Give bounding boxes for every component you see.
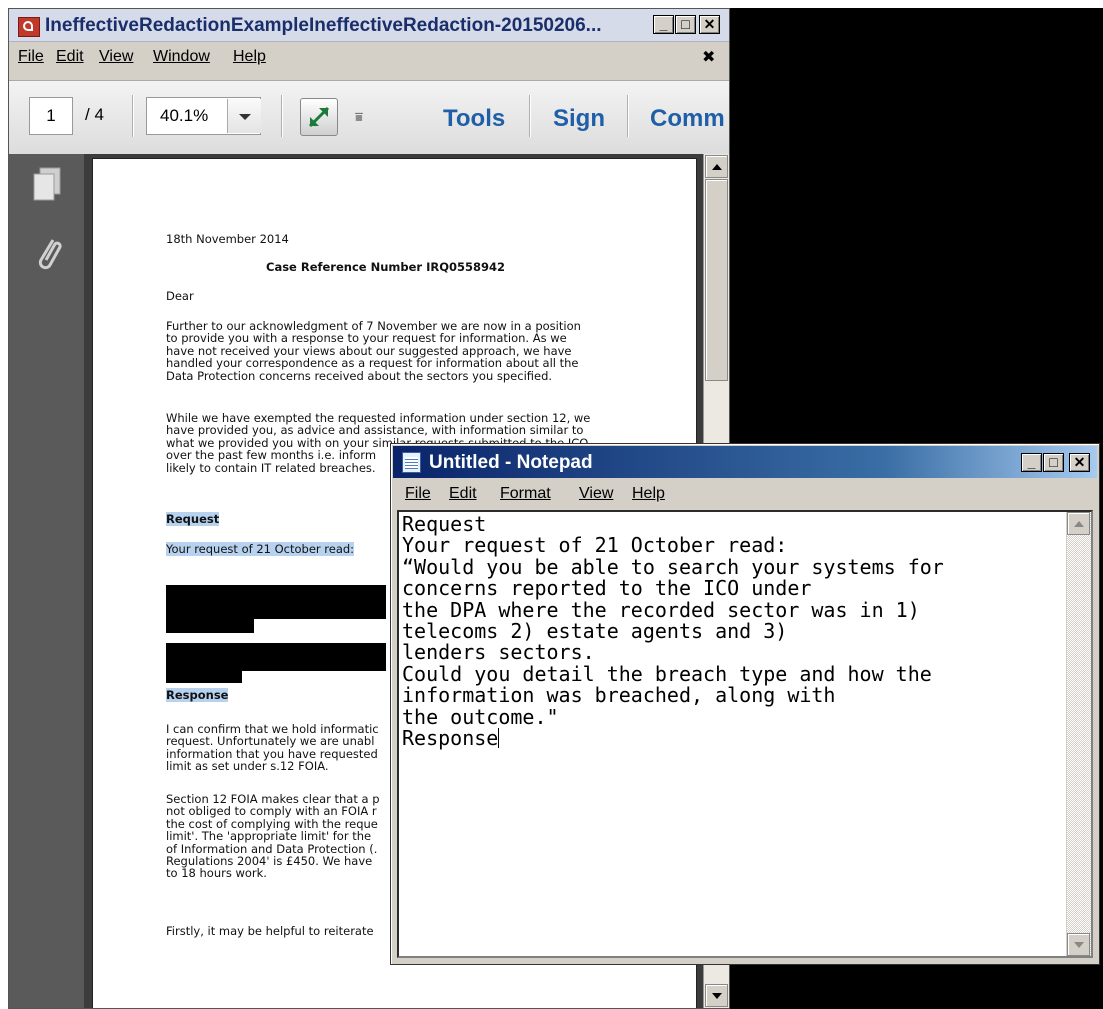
sign-button[interactable]: Sign [553,105,605,133]
menu-window[interactable]: Window [153,48,210,66]
scroll-down-button[interactable] [1067,933,1090,956]
tools-button[interactable]: Tools [443,105,505,133]
request-heading: Request [166,512,220,526]
page-total-label: / 4 [85,105,104,124]
arrow-down-icon [712,993,722,999]
redaction-box [166,643,386,671]
fullscreen-button[interactable] [300,98,338,136]
paragraph-confirmation: I can confirm that we hold informatic req… [166,722,379,774]
close-button[interactable]: ✕ [1069,453,1090,472]
scroll-up-button[interactable] [1067,512,1090,535]
scroll-down-button[interactable] [705,984,728,1007]
scroll-thumb[interactable] [705,179,728,381]
toolbar-overflow-icon[interactable]: ⩸ [355,109,363,125]
maximize-button[interactable]: □ [675,15,696,34]
notepad-content: Request Your request of 21 October read: “… [402,512,944,751]
redaction-box [166,617,254,633]
notepad-text-area[interactable]: Request Your request of 21 October read: “… [397,510,1093,958]
notepad-titlebar[interactable]: Untitled - Notepad _ □ ✕ [393,446,1097,478]
toolbar-divider [132,95,134,137]
close-document-icon[interactable]: ✖ [702,47,715,67]
minimize-button[interactable]: _ [1021,453,1042,472]
maximize-button[interactable]: □ [1043,453,1064,472]
request-line: Your request of 21 October read: [166,542,355,556]
page-number-input[interactable]: 1 [29,97,73,135]
notepad-app-icon [402,452,421,473]
toolbar-divider [281,95,283,137]
reader-window-title: IneffectiveRedactionExampleIneffectiveRe… [45,15,602,36]
menu-view[interactable]: View [99,48,133,66]
menu-help[interactable]: Help [233,48,266,66]
redaction-box [166,669,242,683]
response-heading: Response [166,688,229,702]
toolbar-divider [627,95,629,137]
arrow-down-icon [1074,942,1084,948]
scroll-up-button[interactable] [705,155,728,178]
notepad-window-title: Untitled - Notepad [429,452,593,473]
pdf-app-icon [18,17,40,37]
zoom-dropdown-button[interactable] [227,99,261,133]
redaction-box [166,585,386,619]
notepad-window: Untitled - Notepad _ □ ✕ File Edit Forma… [390,443,1100,965]
minimize-button[interactable]: _ [653,15,674,34]
notepad-menubar: File Edit Format View Help [393,480,1097,508]
menu-view[interactable]: View [579,485,613,503]
comment-button[interactable]: Comm [650,105,725,133]
chevron-down-icon [239,114,251,120]
menu-file[interactable]: File [18,48,44,66]
menu-edit[interactable]: Edit [56,48,84,66]
navigation-pane [9,154,85,1008]
text-caret [498,728,500,749]
paragraph-firstly: Firstly, it may be helpful to reiterate [166,924,374,938]
expand-icon [308,106,330,128]
letter-date: 18th November 2014 [166,232,289,246]
letter-salutation: Dear [166,289,194,303]
reader-titlebar[interactable]: IneffectiveRedactionExampleIneffectiveRe… [9,9,729,42]
menu-file[interactable]: File [405,485,431,503]
toolbar-divider [529,95,531,137]
attachments-paperclip-icon[interactable] [33,234,63,274]
notepad-vertical-scrollbar[interactable] [1066,512,1091,956]
arrow-up-icon [712,164,722,170]
zoom-select[interactable]: 40.1% [146,97,261,135]
menu-help[interactable]: Help [632,485,665,503]
arrow-up-icon [1074,521,1084,527]
zoom-value: 40.1% [160,106,209,125]
reader-toolbar: 1 / 4 40.1% ⩸ Tools Sign Comm [9,80,729,156]
case-reference-heading: Case Reference Number IRQ0558942 [266,260,506,274]
page-thumbnails-icon[interactable] [31,166,65,204]
menu-edit[interactable]: Edit [449,485,477,503]
close-button[interactable]: ✕ [699,15,720,34]
reader-menubar: File Edit View Window Help ✖ [9,43,729,71]
paragraph-section12: Section 12 FOIA makes clear that a p not … [166,792,380,881]
menu-format[interactable]: Format [500,485,551,503]
paragraph-acknowledgment: Further to our acknowledgment of 7 Novem… [166,319,581,383]
